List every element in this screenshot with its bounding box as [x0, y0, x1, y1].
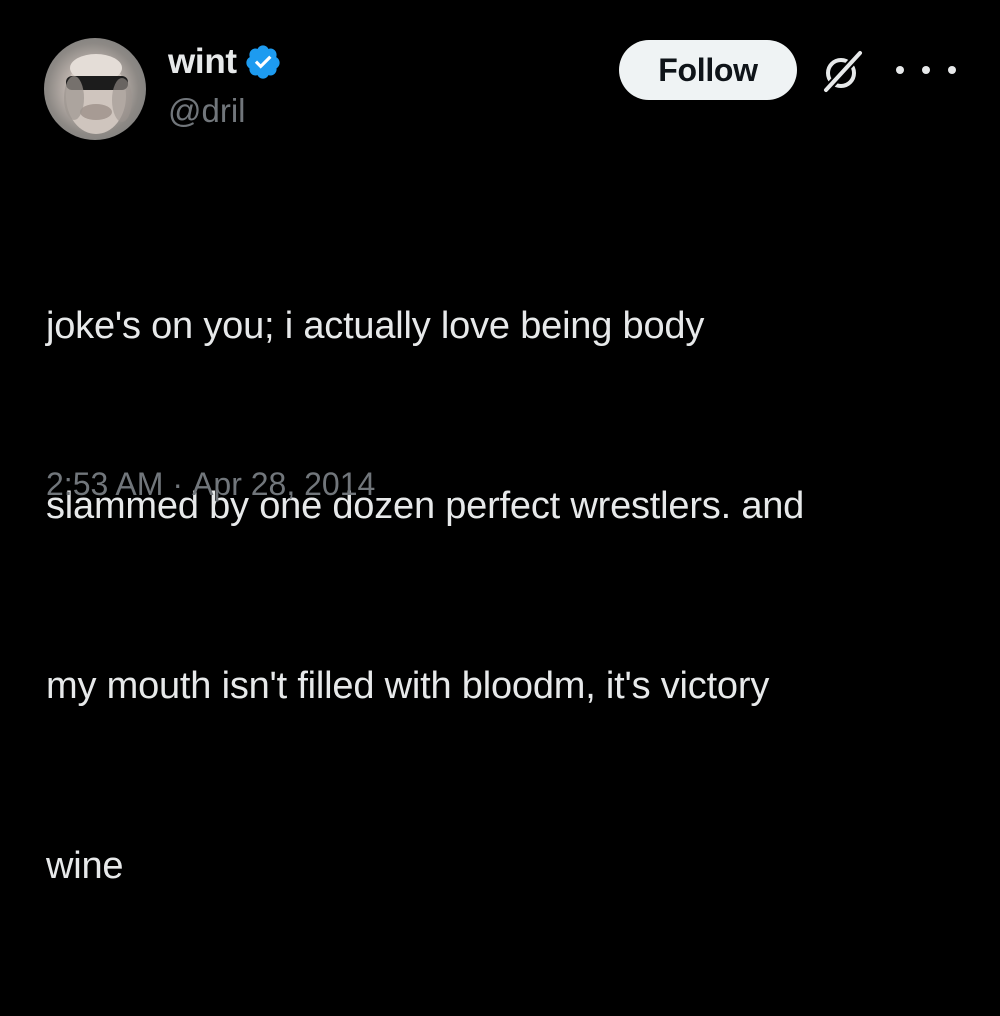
avatar[interactable] [44, 38, 146, 140]
author-name-row: wint [168, 40, 282, 84]
author-handle[interactable]: @dril [168, 92, 246, 130]
meta-separator: · [172, 466, 184, 502]
tweet-text: joke's on you; i actually love being bod… [46, 176, 966, 1016]
tweet-time: 2:53 AM [46, 466, 164, 502]
tweet-text-line: joke's on you; i actually love being bod… [46, 305, 705, 347]
more-dot [896, 66, 904, 74]
tweet-text-line: my mouth isn't filled with bloodm, it's … [46, 665, 770, 707]
follow-button[interactable]: Follow [619, 40, 797, 100]
tweet-date: Apr 28, 2014 [192, 466, 376, 502]
tweet-timestamp[interactable]: 2:53 AM · Apr 28, 2014 [46, 466, 375, 503]
author-display-name[interactable]: wint [168, 42, 237, 82]
tweet-card: wint @dril Follow joke's on you; i actua… [0, 0, 1000, 887]
more-dot [948, 66, 956, 74]
verified-badge-icon[interactable] [244, 43, 282, 81]
more-options-icon[interactable] [896, 48, 956, 92]
tweet-text-line: wine [46, 845, 124, 887]
avatar-image [64, 54, 132, 134]
more-dot [922, 66, 930, 74]
grok-icon[interactable] [819, 48, 865, 94]
